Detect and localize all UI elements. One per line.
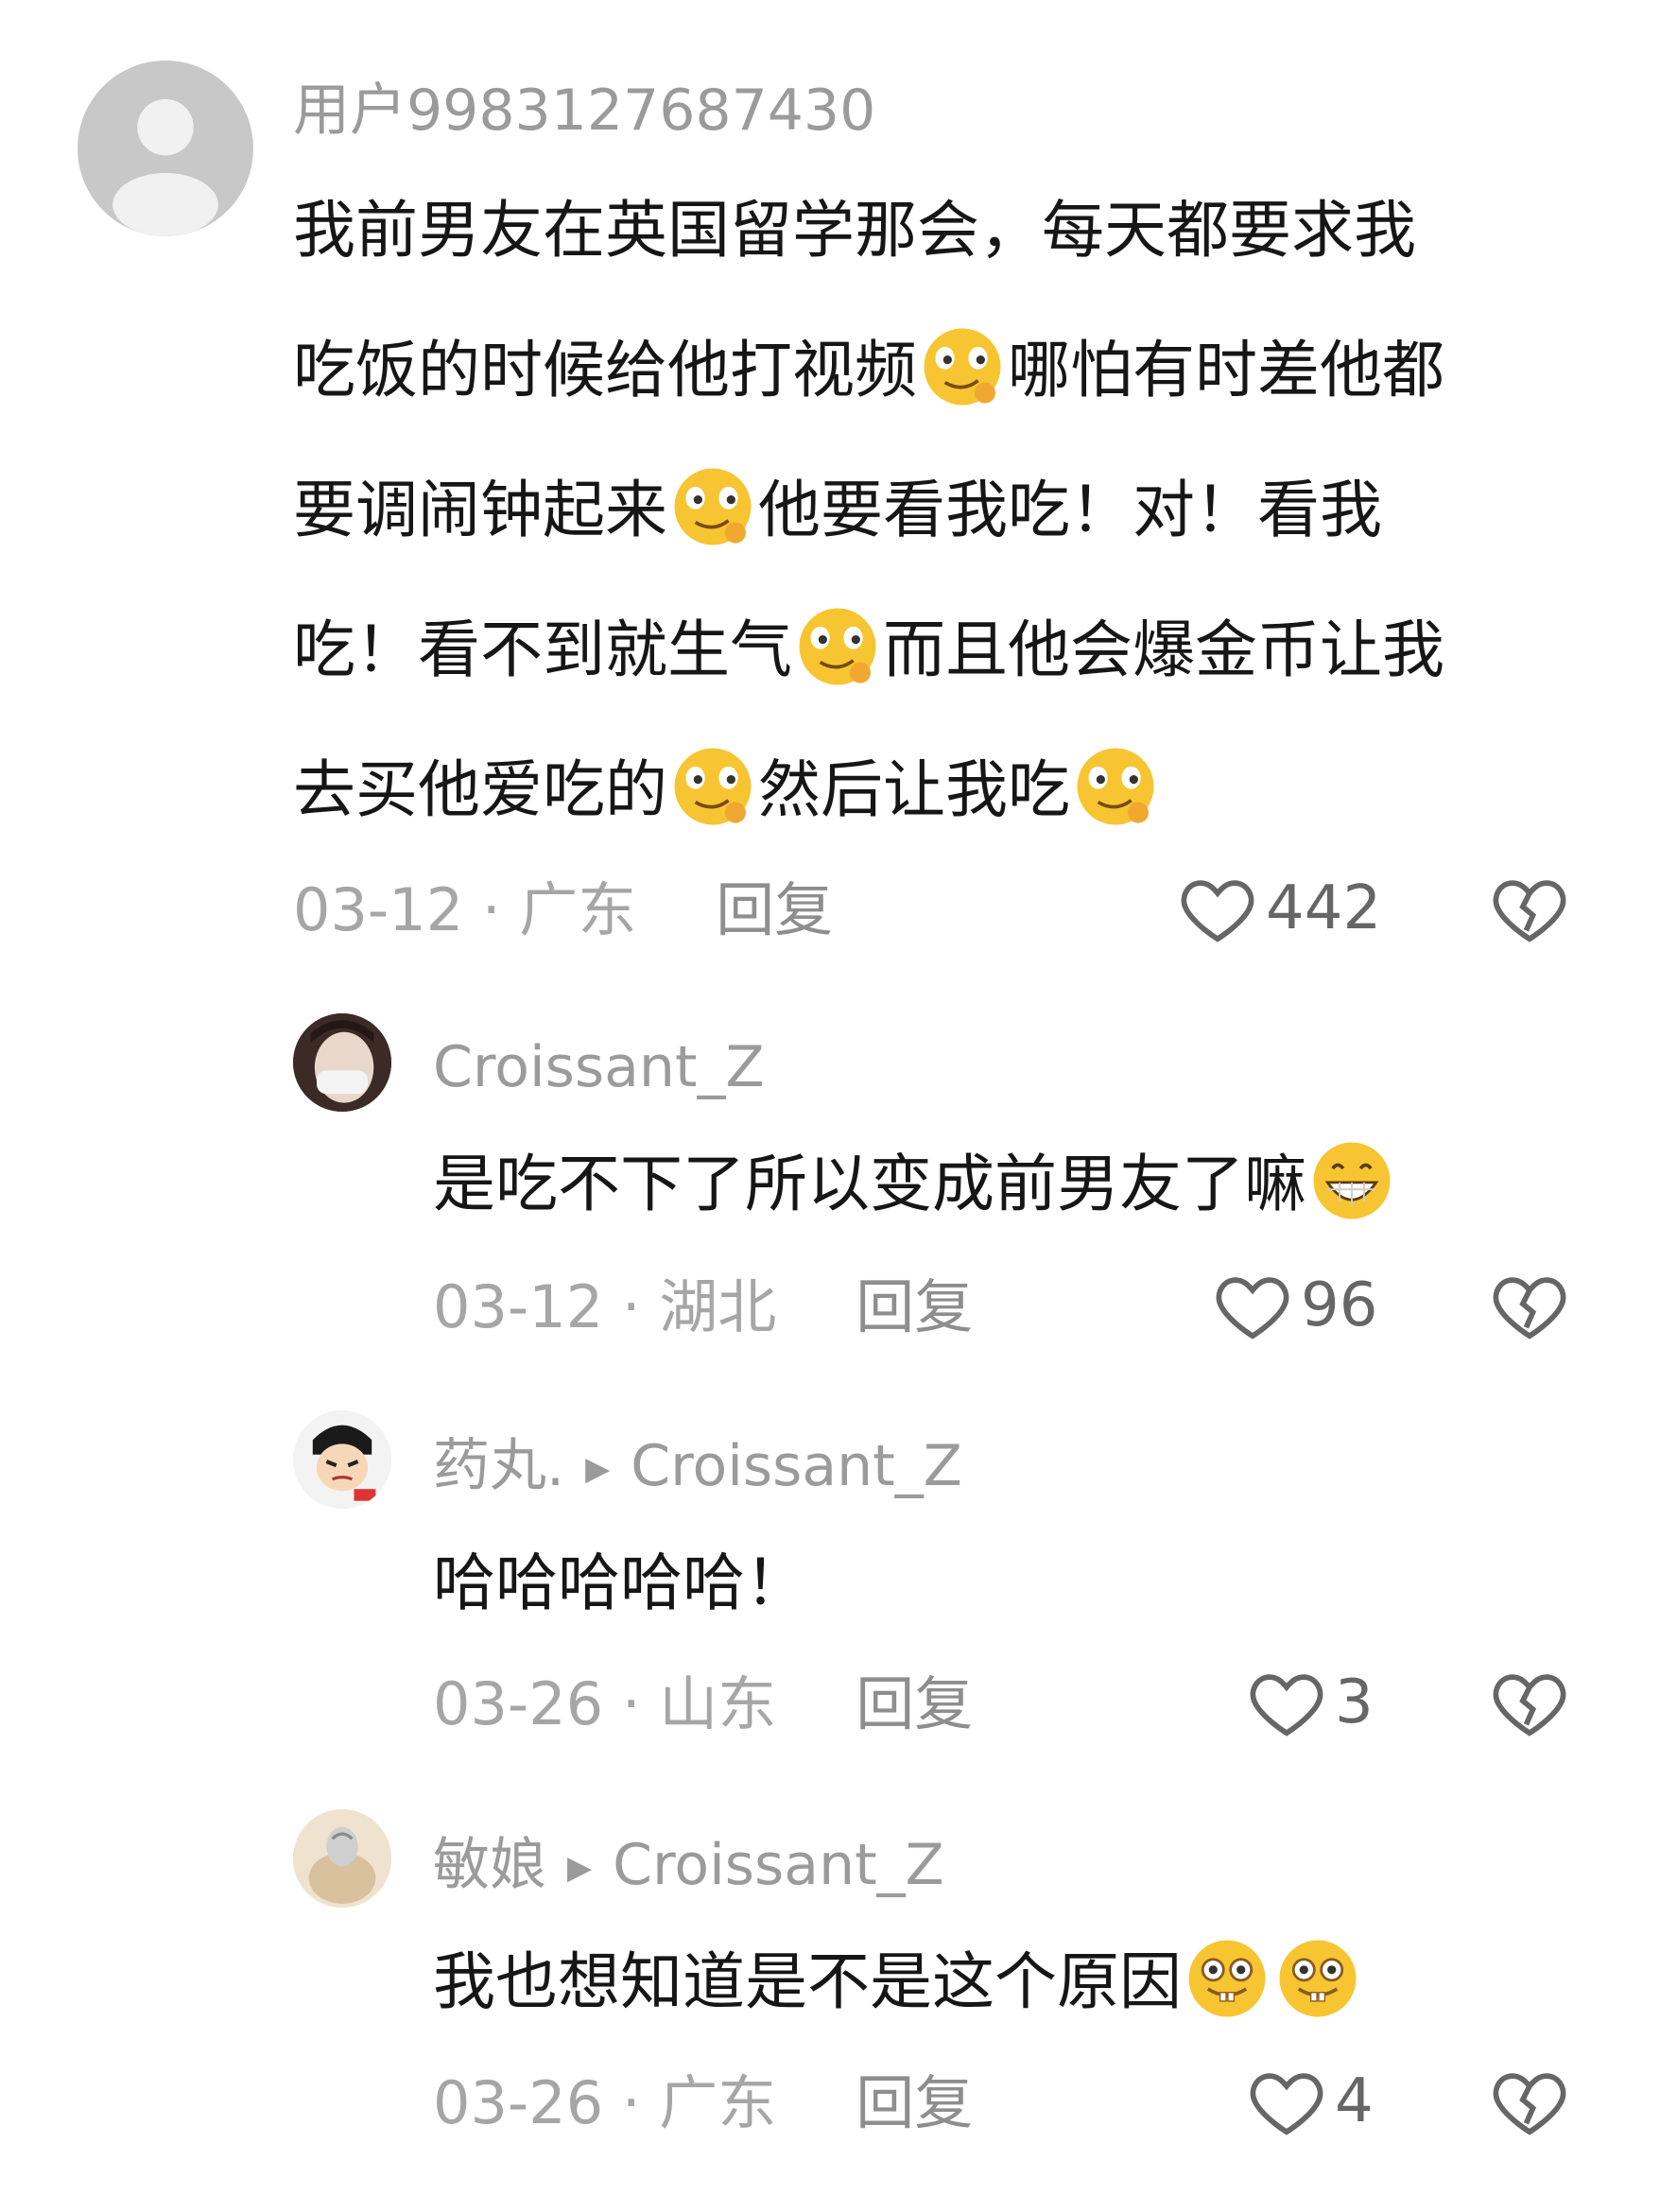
reply-meta: 03-12 · 湖北 回复 — [433, 1274, 973, 1340]
broken-heart-icon — [1493, 1277, 1566, 1339]
heart-outline-icon — [1250, 2073, 1323, 2135]
reply-text: 我也想知道是不是这个原因 — [433, 1911, 1605, 2053]
like-count: 3 — [1335, 1668, 1374, 1737]
reply-text: 是吃不下了所以变成前男友了嘛 — [433, 1114, 1605, 1255]
reply-to-username[interactable]: Croissant_Z — [631, 1433, 962, 1499]
reply-meta: 03-26 · 广东 回复 — [433, 2070, 973, 2136]
reply-button[interactable]: 回复 — [856, 1669, 973, 1738]
avatar-yaowan[interactable] — [293, 1410, 391, 1509]
avatar-default[interactable] — [78, 60, 253, 236]
broken-heart-icon — [1493, 1674, 1566, 1737]
reply-button[interactable]: 回复 — [856, 1272, 973, 1341]
dislike-button[interactable] — [1489, 2061, 1570, 2142]
reply-to-arrow-icon: ▶ — [585, 1450, 611, 1489]
date-location: 03-26 · 山东 — [433, 1669, 777, 1738]
like-count: 96 — [1301, 1270, 1378, 1340]
like-count: 442 — [1266, 873, 1382, 943]
avatar-croissant[interactable] — [293, 1013, 391, 1112]
heart-outline-icon — [1181, 880, 1254, 942]
avatar-minniang[interactable] — [293, 1809, 391, 1908]
dislike-button[interactable] — [1489, 868, 1570, 949]
comment-text-line-4: 吃！看不到就生气 而且他会爆金币让我 — [293, 580, 1598, 720]
comment-text-line-3: 要调闹钟起来 他要看我吃！对！看我 — [293, 441, 1598, 580]
date-location: 03-12 · 湖北 — [433, 1272, 777, 1341]
reply-to-arrow-icon: ▶ — [567, 1849, 593, 1888]
reply-username[interactable]: 敏娘 ▶ Croissant_Z — [433, 1832, 944, 1901]
reply-text: 哈哈哈哈哈！ — [433, 1547, 807, 1619]
reply-username[interactable]: 药丸. ▶ Croissant_Z — [433, 1433, 962, 1502]
like-button[interactable]: 3 — [1246, 1662, 1374, 1743]
wink-emoji-icon — [919, 323, 1006, 410]
like-button[interactable]: 4 — [1246, 2061, 1374, 2142]
date-location: 03-26 · 广东 — [433, 2068, 777, 2137]
reply-button[interactable]: 回复 — [856, 2068, 973, 2137]
like-count: 4 — [1335, 2066, 1374, 2136]
teeth-emoji-icon — [1274, 1935, 1361, 2022]
wink-emoji-icon — [794, 603, 881, 690]
reply-username[interactable]: Croissant_Z — [433, 1034, 765, 1100]
date-location: 03-12 · 广东 — [293, 875, 637, 944]
reply-to-username[interactable]: Croissant_Z — [613, 1832, 944, 1898]
dislike-button[interactable] — [1489, 1662, 1570, 1743]
reply-button[interactable]: 回复 — [716, 875, 833, 944]
like-button[interactable]: 96 — [1212, 1265, 1377, 1346]
heart-outline-icon — [1216, 1277, 1289, 1339]
teeth-emoji-icon — [1184, 1935, 1271, 2022]
grin-emoji-icon — [1308, 1137, 1395, 1224]
dislike-button[interactable] — [1489, 1265, 1570, 1346]
comment-meta: 03-12 · 广东 回复 — [293, 877, 833, 943]
reply-meta: 03-26 · 山东 回复 — [433, 1671, 973, 1737]
wink-emoji-icon — [669, 743, 756, 830]
comment-text-line-2: 吃饭的时候给他打视频 哪怕有时差他都 — [293, 301, 1598, 441]
comment-username[interactable]: 用户9983127687430 — [293, 78, 875, 144]
comment-text-line-1: 我前男友在英国留学那会，每天都要求我 — [293, 194, 1416, 267]
wink-emoji-icon — [669, 463, 756, 550]
comment-text-line-5: 去买他爱吃的 然后让我吃 — [293, 720, 1598, 860]
like-button[interactable]: 442 — [1177, 868, 1381, 949]
heart-outline-icon — [1250, 1674, 1323, 1737]
wink-emoji-icon — [1072, 743, 1159, 830]
broken-heart-icon — [1493, 2073, 1566, 2135]
comment-text: 我前男友在英国留学那会，每天都要求我 吃饭的时候给他打视频 哪怕有时差他都 要调闹… — [293, 161, 1598, 860]
broken-heart-icon — [1493, 880, 1566, 942]
